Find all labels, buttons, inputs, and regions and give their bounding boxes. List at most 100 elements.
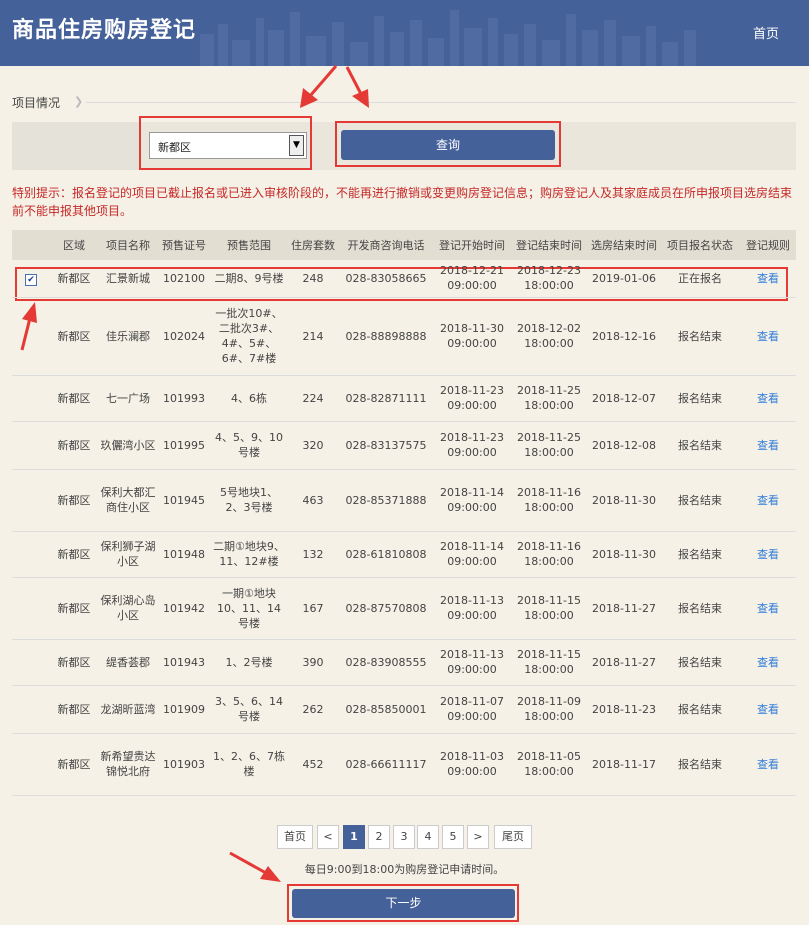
view-rule-link[interactable]: 查看 — [757, 703, 779, 716]
status-cell: 报名结束 — [660, 733, 740, 796]
rule-cell: 查看 — [740, 469, 796, 532]
table-row[interactable]: 新都区 七一广场 101993 4、6栋 224 028-82871111 2018-11-… — [12, 375, 796, 422]
status-cell: 报名结束 — [660, 421, 740, 470]
page-prev-button[interactable]: < — [317, 825, 339, 849]
section-divider — [86, 102, 796, 103]
next-step-button[interactable]: 下一步 — [292, 889, 515, 918]
table-row[interactable]: 新都区 新希望贵达锦悦北府 101903 1、2、6、7栋楼 452 028-666111… — [12, 733, 796, 796]
status-cell: 报名结束 — [660, 531, 740, 578]
units-cell: 320 — [288, 421, 338, 470]
page-next-button[interactable]: > — [467, 825, 489, 849]
select-end-cell: 2019-01-06 — [588, 260, 660, 298]
reg-start-cell: 2018-11-13 09:00:00 — [434, 639, 510, 686]
district-cell: 新都区 — [50, 260, 98, 298]
row-select-cell — [12, 421, 50, 470]
rule-cell: 查看 — [740, 733, 796, 796]
permit-cell: 101903 — [158, 733, 210, 796]
status-cell: 报名结束 — [660, 577, 740, 640]
chevron-right-icon: ❯ — [74, 95, 84, 108]
scope-cell: 1、2、6、7栋楼 — [210, 733, 288, 796]
row-select-cell: ✔ — [12, 260, 50, 298]
page-4-button[interactable]: 4 — [417, 825, 439, 849]
special-notice: 特别提示：报名登记的项目已截止报名或已进入审核阶段的，不能再进行撤销或变更购房登… — [12, 186, 793, 218]
phone-cell: 028-61810808 — [338, 531, 434, 578]
reg-start-cell: 2018-11-14 09:00:00 — [434, 469, 510, 532]
reg-start-cell: 2018-11-13 09:00:00 — [434, 577, 510, 640]
reg-start-cell: 2018-11-23 09:00:00 — [434, 421, 510, 470]
status-cell: 报名结束 — [660, 685, 740, 734]
reg-start-cell: 2018-11-03 09:00:00 — [434, 733, 510, 796]
reg-end-cell: 2018-11-16 18:00:00 — [510, 531, 588, 578]
view-rule-link[interactable]: 查看 — [757, 656, 779, 669]
district-cell: 新都区 — [50, 531, 98, 578]
table-row[interactable]: 新都区 佳乐澜郡 102024 一批次10#、二批次3#、4#、5#、6#、7#楼 21… — [12, 297, 796, 376]
view-rule-link[interactable]: 查看 — [757, 330, 779, 343]
status-cell: 报名结束 — [660, 469, 740, 532]
permit-cell: 101943 — [158, 639, 210, 686]
chevron-down-icon[interactable]: ▼ — [289, 135, 304, 156]
phone-cell: 028-85371888 — [338, 469, 434, 532]
permit-cell: 101995 — [158, 421, 210, 470]
page-last-button[interactable]: 尾页 — [494, 825, 532, 849]
page-3-button[interactable]: 3 — [393, 825, 415, 849]
rule-cell: 查看 — [740, 375, 796, 422]
reg-start-cell: 2018-11-07 09:00:00 — [434, 685, 510, 734]
project-name-cell: 保利狮子湖小区 — [98, 531, 158, 578]
units-cell: 224 — [288, 375, 338, 422]
table-row[interactable]: 新都区 缇香荟郡 101943 1、2号楼 390 028-83908555 2018-11… — [12, 639, 796, 686]
permit-cell: 101945 — [158, 469, 210, 532]
home-link[interactable]: 首页 — [753, 23, 779, 42]
district-cell: 新都区 — [50, 639, 98, 686]
reg-end-cell: 2018-11-25 18:00:00 — [510, 421, 588, 470]
project-name-cell: 缇香荟郡 — [98, 639, 158, 686]
view-rule-link[interactable]: 查看 — [757, 392, 779, 405]
rule-cell: 查看 — [740, 639, 796, 686]
view-rule-link[interactable]: 查看 — [757, 602, 779, 615]
scope-cell: 4、6栋 — [210, 375, 288, 422]
units-cell: 248 — [288, 260, 338, 298]
table-row[interactable]: ✔ 新都区 汇景新城 102100 二期8、9号楼 248 028-83058665 2018… — [12, 260, 796, 298]
phone-cell: 028-87570808 — [338, 577, 434, 640]
phone-cell: 028-83908555 — [338, 639, 434, 686]
district-cell: 新都区 — [50, 297, 98, 376]
scope-cell: 二期①地块9、11、12#楼 — [210, 531, 288, 578]
project-name-cell: 汇景新城 — [98, 260, 158, 298]
project-name-cell: 玖儷湾小区 — [98, 421, 158, 470]
table-row[interactable]: 新都区 玖儷湾小区 101995 4、5、9、10号楼 320 028-83137575 2… — [12, 421, 796, 470]
units-cell: 262 — [288, 685, 338, 734]
status-cell: 正在报名 — [660, 260, 740, 298]
page-first-button[interactable]: 首页 — [277, 825, 313, 849]
units-cell: 167 — [288, 577, 338, 640]
row-checkbox[interactable]: ✔ — [25, 273, 37, 286]
col-header: 预售证号 — [158, 230, 210, 260]
select-end-cell: 2018-12-16 — [588, 297, 660, 376]
view-rule-link[interactable]: 查看 — [757, 758, 779, 771]
view-rule-link[interactable]: 查看 — [757, 272, 779, 285]
time-note: 每日9:00到18:00为购房登记申请时间。 — [304, 863, 505, 876]
view-rule-link[interactable]: 查看 — [757, 439, 779, 452]
query-button[interactable]: 查询 — [341, 130, 555, 160]
table-row[interactable]: 新都区 龙湖昕蓝湾 101909 3、5、6、14号楼 262 028-85850001 2… — [12, 685, 796, 734]
district-select[interactable]: 新都区 ▼ — [149, 132, 307, 159]
phone-cell: 028-82871111 — [338, 375, 434, 422]
page-5-button[interactable]: 5 — [442, 825, 464, 849]
reg-start-cell: 2018-12-21 09:00:00 — [434, 260, 510, 298]
table-row[interactable]: 新都区 保利湖心岛小区 101942 一期①地块10、11、14号楼 167 028-87… — [12, 577, 796, 640]
col-header: 预售范围 — [210, 230, 288, 260]
col-header: 项目报名状态 — [660, 230, 740, 260]
view-rule-link[interactable]: 查看 — [757, 494, 779, 507]
select-end-cell: 2018-11-27 — [588, 577, 660, 640]
table-header: 区域 项目名称 预售证号 预售范围 住房套数 开发商咨询电话 登记开始时间 登记… — [12, 230, 796, 260]
table-row[interactable]: 新都区 保利大都汇商住小区 101945 5号地块1、2、3号楼 463 028-8537… — [12, 469, 796, 532]
page-1-button[interactable]: 1 — [343, 825, 365, 849]
reg-end-cell: 2018-11-09 18:00:00 — [510, 685, 588, 734]
page-2-button[interactable]: 2 — [368, 825, 390, 849]
table-row[interactable]: 新都区 保利狮子湖小区 101948 二期①地块9、11、12#楼 132 028-618… — [12, 531, 796, 578]
row-select-cell — [12, 297, 50, 376]
status-cell: 报名结束 — [660, 639, 740, 686]
rule-cell: 查看 — [740, 260, 796, 298]
view-rule-link[interactable]: 查看 — [757, 548, 779, 561]
select-end-cell: 2018-11-17 — [588, 733, 660, 796]
row-select-cell — [12, 639, 50, 686]
scope-cell: 1、2号楼 — [210, 639, 288, 686]
